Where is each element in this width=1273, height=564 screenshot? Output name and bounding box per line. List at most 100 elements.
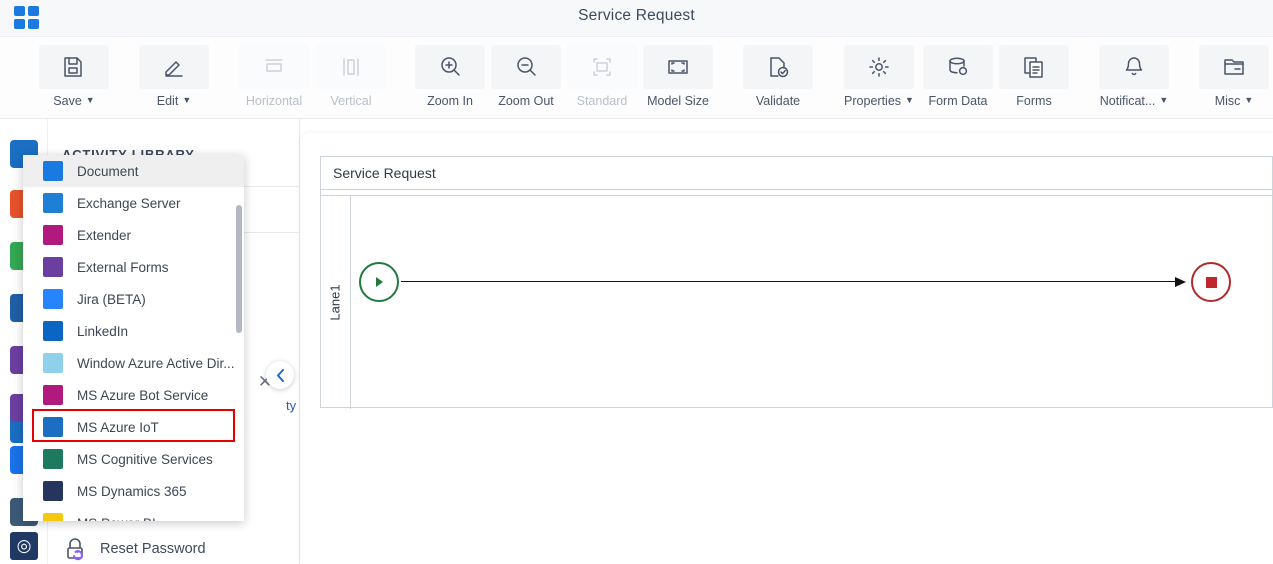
toolbar-button-forms[interactable]: Forms	[999, 45, 1069, 113]
lane-label: Lane1	[321, 196, 351, 409]
page-title: Service Request	[578, 7, 695, 24]
toolbar-label-text: Edit	[156, 94, 179, 108]
start-event[interactable]	[359, 262, 399, 302]
toolbar-button-validate[interactable]: Validate	[743, 45, 813, 113]
toolbar-label-text: Misc	[1214, 94, 1241, 108]
toolbar-button-misc[interactable]: Misc ▼	[1199, 45, 1269, 113]
toolbar-label-text: Standard	[576, 94, 628, 108]
toolbar-label-text: Save	[53, 94, 82, 108]
toolbar-label: Model Size	[647, 94, 709, 108]
list-item-label: MS Power BI	[77, 516, 156, 522]
forms-icon	[999, 45, 1069, 89]
toolbar-label-text: Model Size	[647, 94, 709, 108]
chevron-down-icon: ▼	[182, 94, 192, 105]
list-item[interactable]: Document	[23, 155, 244, 187]
azure-iot-icon	[43, 417, 63, 437]
pencil-icon	[139, 45, 209, 89]
reset-password-label: Reset Password	[100, 541, 206, 557]
list-item[interactable]: LinkedIn	[23, 315, 244, 347]
toolbar-label: Forms	[1016, 94, 1051, 108]
play-icon	[376, 277, 383, 287]
reset-password-row[interactable]: Reset Password	[48, 534, 300, 564]
misc-folder-icon	[1199, 45, 1269, 89]
toolbar-button-notificat[interactable]: Notificat... ▼	[1099, 45, 1169, 113]
toolbar-label-text: Zoom In	[427, 94, 473, 108]
pool-title: Service Request	[321, 157, 1272, 190]
azure-active-directory-icon	[43, 353, 63, 373]
cognitive-services-icon	[43, 449, 63, 469]
list-item-label: Jira (BETA)	[77, 291, 146, 307]
vertical-icon	[316, 45, 386, 89]
list-item[interactable]: MS Dynamics 365	[23, 475, 244, 507]
list-item[interactable]: Exchange Server	[23, 187, 244, 219]
toolbar-label-text: Properties	[844, 94, 902, 108]
toolbar-label: Notificat... ▼	[1100, 94, 1169, 108]
toolbar-label: Horizontal	[246, 94, 302, 108]
gear-icon	[844, 45, 914, 89]
list-item[interactable]: Window Azure Active Dir...	[23, 347, 244, 379]
dynamics-365-icon	[43, 481, 63, 501]
toolbar-label-text: Notificat...	[1099, 94, 1156, 108]
list-item[interactable]: MS Power BI	[23, 507, 244, 521]
app-launcher-icon[interactable]: ◎	[10, 532, 38, 560]
jira-icon	[43, 289, 63, 309]
bpmn-lane[interactable]: Lane1	[321, 195, 1273, 409]
list-item[interactable]: Extender	[23, 219, 244, 251]
chevron-down-icon: ▼	[1159, 94, 1169, 105]
list-item-label: External Forms	[77, 259, 169, 275]
toolbar-label-text: Forms	[1016, 94, 1052, 108]
sequence-flow-arrow[interactable]	[401, 277, 1191, 287]
toolbar-label: Validate	[756, 94, 800, 108]
azure-bot-service-icon	[43, 385, 63, 405]
toolbar-button-vertical: Vertical	[316, 45, 386, 113]
list-item-label: MS Cognitive Services	[77, 451, 213, 467]
activity-dropdown-list: Document Exchange Server Extender External …	[23, 155, 244, 521]
list-item[interactable]: MS Azure Bot Service	[23, 379, 244, 411]
toolbar-label: Edit ▼	[157, 94, 191, 108]
toolbar-button-edit[interactable]: Edit ▼	[139, 45, 209, 113]
collapse-panel-button[interactable]	[266, 361, 294, 389]
document-icon	[43, 161, 63, 181]
external-forms-icon	[43, 257, 63, 277]
list-item-label: Document	[77, 163, 139, 179]
bpmn-pool[interactable]: Service Request Lane1	[320, 156, 1273, 409]
toolbar-button-form-data[interactable]: Form Data	[923, 45, 993, 113]
lane-label-text: Lane1	[328, 284, 343, 321]
toolbar-label: Properties ▼	[844, 94, 914, 108]
standard-icon	[567, 45, 637, 89]
toolbar-label-text: Validate	[755, 94, 801, 108]
list-item-label: Extender	[77, 227, 132, 243]
toolbar-button-properties[interactable]: Properties ▼	[844, 45, 914, 113]
toolbar-label: Zoom In	[427, 94, 473, 108]
zoom-out-icon	[491, 45, 561, 89]
toolbar-label-text: Horizontal	[245, 94, 303, 108]
toolbar-button-standard: Standard	[567, 45, 637, 113]
title-bar: Service Request	[0, 0, 1273, 37]
save-icon	[39, 45, 109, 89]
toolbar-button-save[interactable]: Save ▼	[39, 45, 109, 113]
list-item[interactable]: MS Azure IoT	[23, 411, 244, 443]
list-item-label: MS Azure IoT	[77, 419, 159, 435]
exchange-server-icon	[43, 193, 63, 213]
list-item[interactable]: External Forms	[23, 251, 244, 283]
toolbar-button-zoom-out[interactable]: Zoom Out	[491, 45, 561, 113]
toolbar-label-text: Zoom Out	[498, 94, 554, 108]
lock-reset-icon	[67, 538, 83, 561]
toolbar-button-zoom-in[interactable]: Zoom In	[415, 45, 485, 113]
database-icon	[923, 45, 993, 89]
model-size-icon	[643, 45, 713, 89]
list-item[interactable]: MS Cognitive Services	[23, 443, 244, 475]
toolbar-label: Standard	[577, 94, 628, 108]
list-item-label: MS Dynamics 365	[77, 483, 187, 499]
modeler-canvas[interactable]: Service Request Lane1	[300, 133, 1273, 564]
toolbar-label: Form Data	[928, 94, 987, 108]
list-item-label: Window Azure Active Dir...	[77, 355, 235, 371]
bell-icon	[1099, 45, 1169, 89]
toolbar-label: Misc ▼	[1215, 94, 1254, 108]
end-event[interactable]	[1191, 262, 1231, 302]
horizontal-icon	[239, 45, 309, 89]
chevron-left-icon	[276, 368, 284, 382]
toolbar-label-text: Vertical	[330, 94, 372, 108]
toolbar-button-model-size[interactable]: Model Size	[643, 45, 713, 113]
list-item[interactable]: Jira (BETA)	[23, 283, 244, 315]
